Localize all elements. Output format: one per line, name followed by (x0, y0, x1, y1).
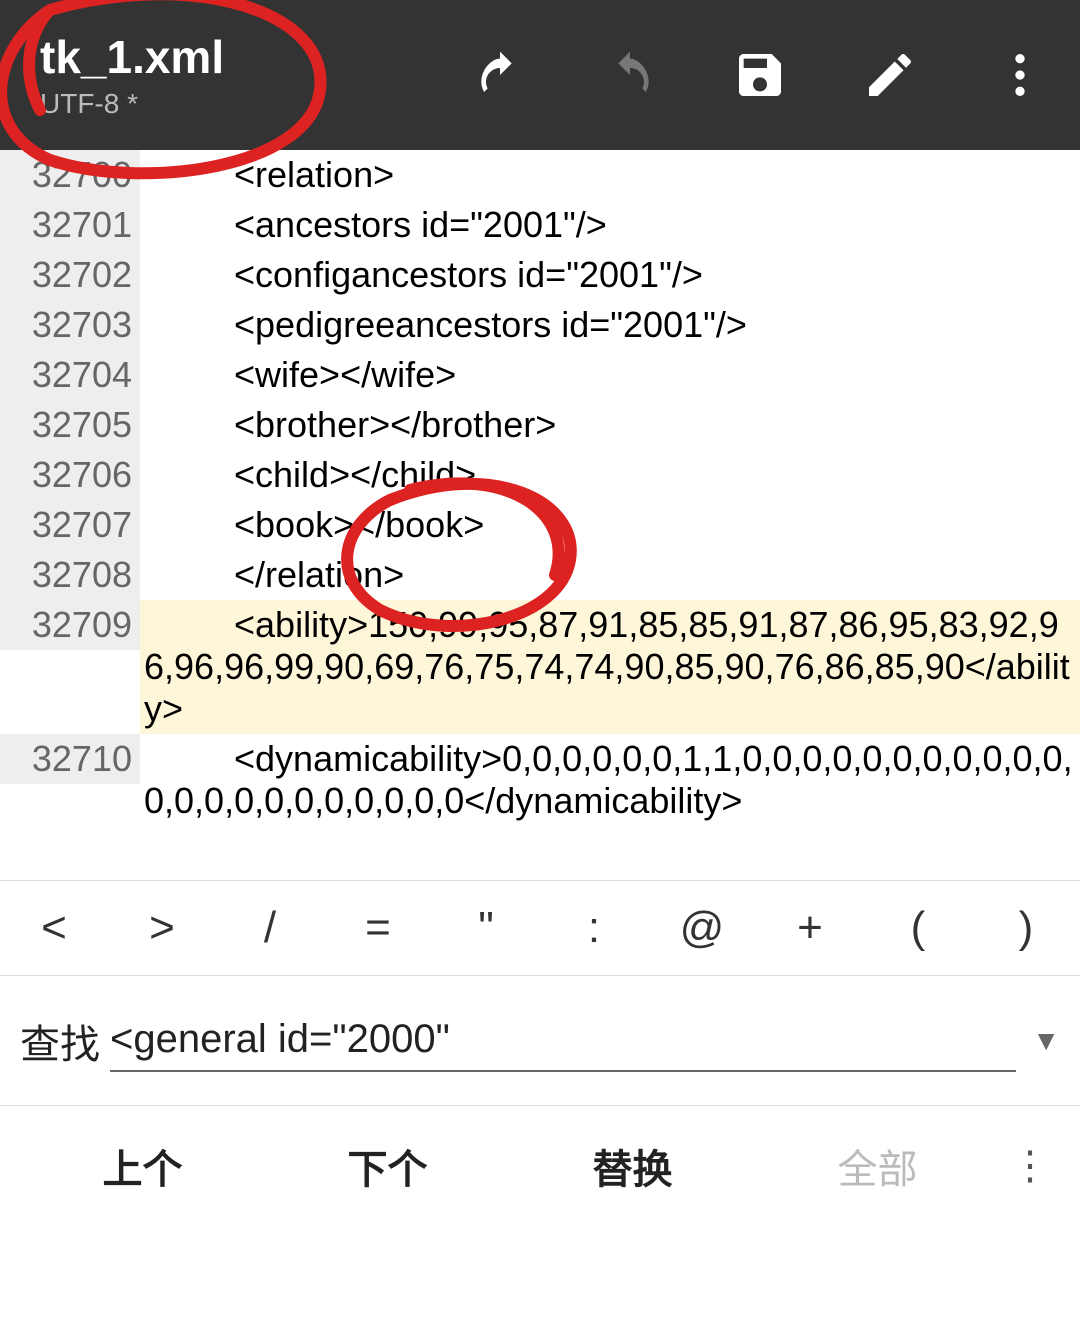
line-number: 32700 (0, 150, 140, 200)
save-icon[interactable] (730, 45, 790, 105)
line-number: 32706 (0, 450, 140, 500)
line-number: 32710 (0, 734, 140, 784)
sym-at[interactable]: @ (648, 891, 756, 965)
sym-lparen[interactable]: ( (864, 891, 972, 965)
symbol-bar: < > / = " : @ + ( ) (0, 880, 1080, 976)
replace-button[interactable]: 替换 (510, 1137, 755, 1195)
line-number: 32708 (0, 550, 140, 600)
code-line[interactable]: <pedigreeancestors id="2001"/> (140, 300, 1080, 350)
sym-lt[interactable]: < (0, 891, 108, 965)
code-line[interactable]: <ancestors id="2001"/> (140, 200, 1080, 250)
prev-button[interactable]: 上个 (20, 1137, 265, 1195)
title-block: tk_1.xml UTF-8 * (40, 30, 224, 120)
edit-icon[interactable] (860, 45, 920, 105)
sym-gt[interactable]: > (108, 891, 216, 965)
sym-rparen[interactable]: ) (972, 891, 1080, 965)
sym-quote[interactable]: " (432, 891, 540, 965)
sym-eq[interactable]: = (324, 891, 432, 965)
line-number: 32707 (0, 500, 140, 550)
more-icon[interactable] (990, 45, 1050, 105)
toolbar-actions (470, 45, 1050, 105)
undo-icon[interactable] (470, 45, 530, 105)
encoding-label: UTF-8 * (40, 88, 224, 120)
toolbar: tk_1.xml UTF-8 * (0, 0, 1080, 150)
code-line[interactable]: <configancestors id="2001"/> (140, 250, 1080, 300)
code-line[interactable]: <child></child> (140, 450, 1080, 500)
sym-slash[interactable]: / (216, 891, 324, 965)
line-number: 32709 (0, 600, 140, 650)
file-title: tk_1.xml (40, 30, 224, 84)
code-line-highlighted[interactable]: <ability>150,99,95,87,91,85,85,91,87,86,… (140, 600, 1080, 734)
code-line[interactable]: <book></book> (140, 500, 1080, 550)
code-line[interactable]: <dynamicability>0,0,0,0,0,0,1,1,0,0,0,0,… (140, 734, 1080, 826)
search-bar: 查找 ▼ (0, 976, 1080, 1106)
line-number: 32705 (0, 400, 140, 450)
line-number: 32704 (0, 350, 140, 400)
code-editor[interactable]: 32700<relation> 32701<ancestors id="2001… (0, 150, 1080, 880)
sym-colon[interactable]: : (540, 891, 648, 965)
line-number: 32703 (0, 300, 140, 350)
line-number: 32702 (0, 250, 140, 300)
code-line[interactable]: <relation> (140, 150, 1080, 200)
search-label: 查找 (20, 1012, 100, 1070)
redo-icon[interactable] (600, 45, 660, 105)
search-actions: 上个 下个 替换 全部 ⋮ (0, 1106, 1080, 1226)
line-number: 32701 (0, 200, 140, 250)
replace-all-button[interactable]: 全部 (755, 1137, 1000, 1195)
actions-more-icon[interactable]: ⋮ (1000, 1143, 1060, 1189)
search-input[interactable] (110, 1009, 1016, 1072)
code-line[interactable]: </relation> (140, 550, 1080, 600)
code-line[interactable]: <brother></brother> (140, 400, 1080, 450)
search-dropdown-icon[interactable]: ▼ (1032, 1025, 1060, 1057)
code-line[interactable]: <wife></wife> (140, 350, 1080, 400)
sym-plus[interactable]: + (756, 891, 864, 965)
next-button[interactable]: 下个 (265, 1137, 510, 1195)
